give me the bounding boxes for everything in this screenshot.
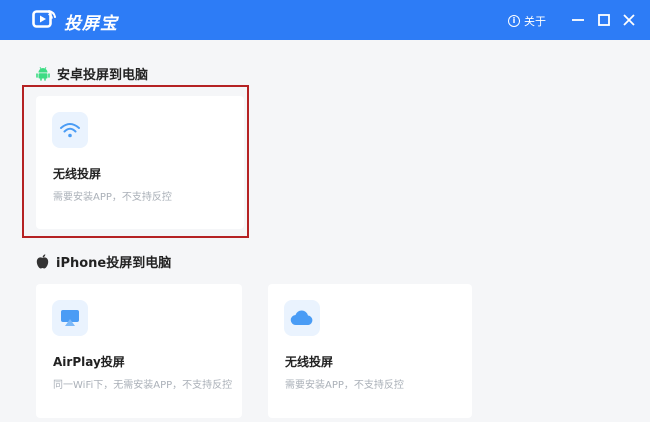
card-title: 无线投屏 [285, 355, 334, 369]
android-section-header: 安卓投屏到电脑 [36, 63, 148, 83]
close-icon[interactable] [621, 12, 637, 28]
card-title: 无线投屏 [53, 167, 102, 181]
android-section-title: 安卓投屏到电脑 [57, 67, 149, 83]
minimize-icon[interactable] [570, 12, 586, 28]
card-description: 同一WiFi下，无需安装APP，不支持反控 [53, 380, 233, 391]
android-icon [36, 66, 50, 81]
play-screen-icon [32, 10, 56, 28]
iphone-wireless-card[interactable]: 无线投屏 需要安装APP，不支持反控 [268, 284, 472, 418]
card-title: AirPlay投屏 [53, 355, 125, 369]
cloud-icon [290, 310, 313, 326]
android-wireless-card[interactable]: 无线投屏 需要安装APP，不支持反控 [36, 96, 244, 229]
wifi-icon [60, 123, 80, 138]
about-label: 关于 [524, 15, 546, 28]
apple-icon [36, 253, 49, 268]
airplay-icon [61, 310, 79, 326]
iphone-section-header: iPhone投屏到电脑 [36, 251, 171, 271]
title-bar: 投屏宝 i 关于 [0, 0, 650, 40]
card-description: 需要安装APP，不支持反控 [53, 192, 172, 203]
card-description: 需要安装APP，不支持反控 [285, 380, 404, 391]
iphone-section-title: iPhone投屏到电脑 [56, 255, 172, 271]
app-title: 投屏宝 [64, 14, 118, 34]
card-icon-box [284, 300, 320, 336]
card-icon-box [52, 300, 88, 336]
info-icon: i [508, 15, 520, 27]
airplay-card[interactable]: AirPlay投屏 同一WiFi下，无需安装APP，不支持反控 [36, 284, 242, 418]
about-button[interactable]: i 关于 [508, 13, 546, 29]
card-icon-box [52, 112, 88, 148]
maximize-icon[interactable] [596, 12, 612, 28]
